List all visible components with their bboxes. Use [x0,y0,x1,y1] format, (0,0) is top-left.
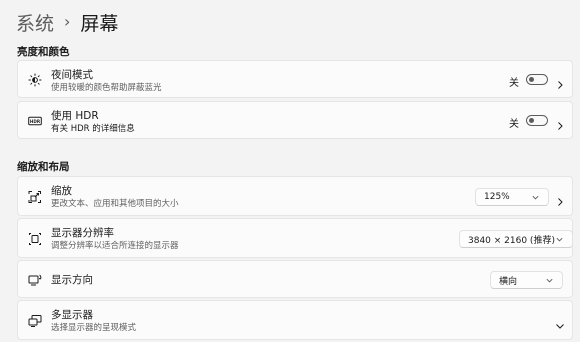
chevron-right-icon[interactable] [555,116,565,130]
orientation-dropdown[interactable]: 横向 [490,271,563,289]
section-title-scale-layout: 缩放和布局 [17,161,70,173]
section-title-brightness-color: 亮度和颜色 [17,46,70,58]
night-light-desc: 使用较暖的颜色帮助屏蔽蓝光 [51,83,162,93]
resolution-desc: 调整分辨率以适合所连接的显示器 [51,241,179,251]
chevron-down-icon [545,276,554,285]
multi-display-card[interactable]: 多显示器 选择显示器的呈现模式 [17,300,573,340]
multi-display-icon [28,314,42,328]
hdr-icon: HDR [28,114,42,128]
page-title: 屏幕 [80,12,119,35]
scale-card[interactable]: 缩放 更改文本、应用和其他项目的大小 125% [17,176,573,216]
orientation-title: 显示方向 [51,274,93,286]
chevron-right-icon[interactable] [555,192,565,206]
chevron-down-icon [531,193,540,202]
resolution-card[interactable]: 显示器分辨率 调整分辨率以适合所连接的显示器 3840 × 2160 (推荐) [17,218,573,258]
scale-icon [28,190,42,204]
night-light-card[interactable]: 夜间模式 使用较暖的颜色帮助屏蔽蓝光 关 [17,60,573,98]
resolution-dropdown-value: 3840 × 2160 (推荐) [468,235,555,246]
resolution-title: 显示器分辨率 [51,227,114,239]
display-settings-page: 系统 › 屏幕 亮度和颜色 夜间模式 使用较暖的颜色帮助屏蔽蓝光 关 HDR 使… [0,0,580,342]
hdr-card[interactable]: HDR 使用 HDR 有关 HDR 的详细信息 关 [17,101,573,139]
hdr-learn-more-link[interactable]: 有关 HDR 的详细信息 [51,123,135,135]
night-light-title: 夜间模式 [51,69,93,81]
toggle-knob [529,118,534,123]
chevron-down-icon[interactable] [555,316,565,329]
chevron-right-icon[interactable] [555,75,565,89]
resolution-dropdown[interactable]: 3840 × 2160 (推荐) [459,230,573,248]
hdr-title: 使用 HDR [51,110,99,122]
svg-text:HDR: HDR [30,119,41,124]
night-light-toggle[interactable] [526,74,548,85]
breadcrumb: 系统 › 屏幕 [16,8,118,36]
scale-dropdown-value: 125% [484,192,510,202]
toggle-knob [529,77,534,82]
breadcrumb-separator: › [64,12,71,31]
multi-display-desc: 选择显示器的呈现模式 [51,323,137,333]
scale-desc: 更改文本、应用和其他项目的大小 [51,199,179,209]
hdr-state-label: 关 [509,119,519,130]
hdr-toggle[interactable] [526,115,548,126]
brightness-icon [28,73,42,87]
breadcrumb-parent-system[interactable]: 系统 [16,9,54,36]
scale-title: 缩放 [51,185,72,197]
chevron-down-icon [555,235,564,244]
resolution-icon [28,232,42,246]
night-light-state-label: 关 [509,78,519,89]
multi-display-title: 多显示器 [51,309,93,321]
scale-dropdown[interactable]: 125% [475,188,549,206]
orientation-card[interactable]: 显示方向 横向 [17,260,573,298]
orientation-dropdown-value: 横向 [499,276,518,287]
orientation-icon [28,273,42,287]
